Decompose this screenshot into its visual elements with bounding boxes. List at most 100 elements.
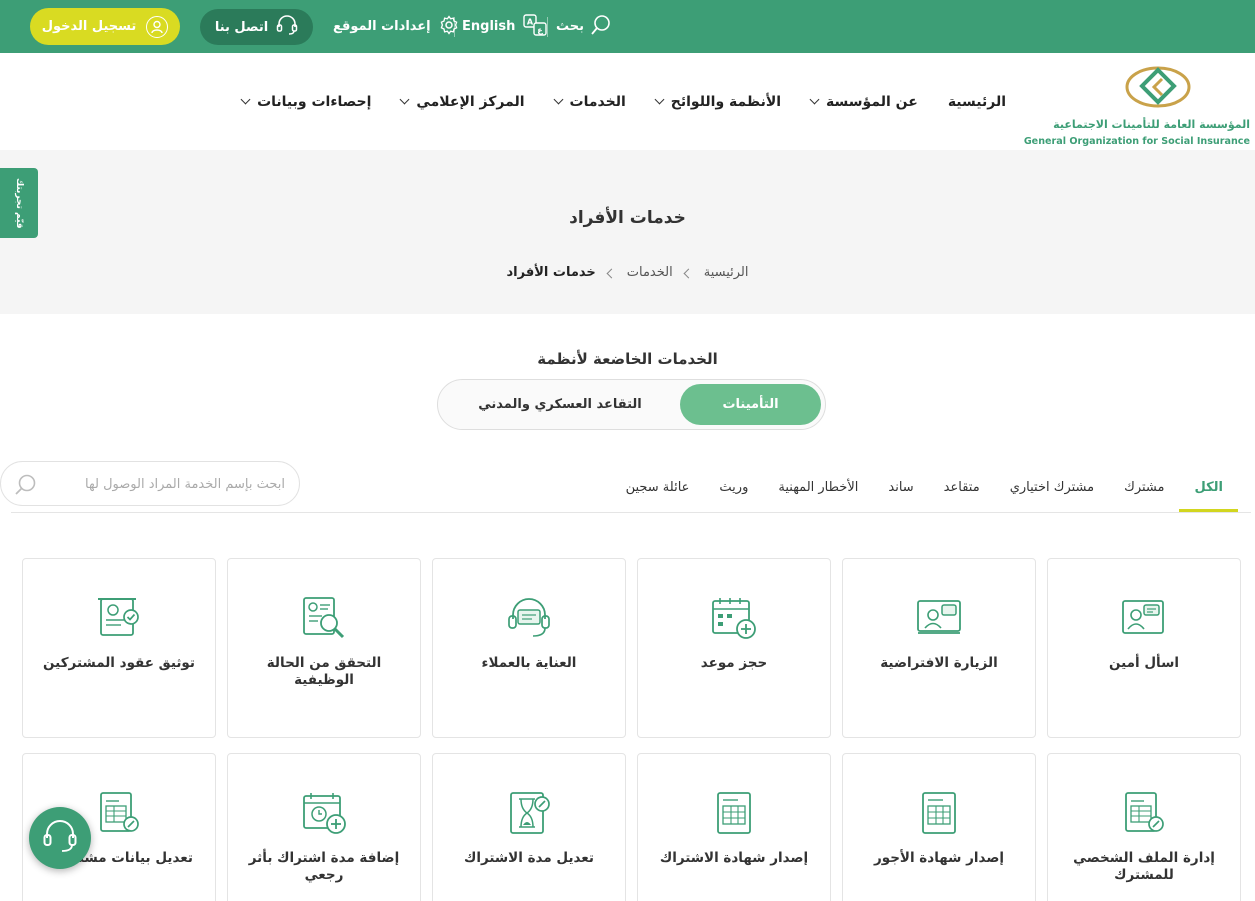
chat-support-button[interactable] (29, 807, 91, 869)
nav-label: الرئيسية (947, 93, 1006, 110)
tabs-divider (11, 512, 1251, 513)
user-icon (146, 15, 169, 38)
toggle-insurance[interactable]: التأمينات (680, 384, 821, 425)
contract-check-icon (23, 595, 215, 641)
service-label: الزيارة الافتراضية (880, 655, 998, 671)
search-icon[interactable] (13, 473, 37, 501)
breadcrumb-services[interactable]: الخدمات (627, 265, 673, 280)
nav-label: الخدمات (569, 93, 626, 110)
contact-button[interactable]: اتصل بنا (200, 9, 313, 45)
gear-icon (439, 14, 459, 39)
doc-table-icon (638, 790, 830, 836)
chevron-left-icon (606, 268, 617, 279)
systems-toggle: التأمينات التقاعد العسكري والمدني (437, 379, 826, 430)
service-card-profile-management[interactable]: إدارة الملف الشخصي للمشترك (1047, 753, 1241, 901)
language-switch[interactable]: Aع English (462, 0, 548, 53)
tab-retiree[interactable]: متقاعد (929, 472, 995, 512)
chat-agent-icon (1048, 595, 1240, 641)
contact-label: اتصل بنا (214, 19, 269, 35)
settings-label: إعدادات الموقع (333, 19, 431, 34)
translate-icon: Aع (523, 13, 548, 40)
service-card-virtual-visit[interactable]: الزيارة الافتراضية (842, 558, 1036, 738)
service-card-subscription-certificate[interactable]: إصدار شهادة الاشتراك (637, 753, 831, 901)
service-label: التحقق من الحالة الوظيفية (266, 655, 382, 688)
divider (547, 17, 548, 37)
nav-item-home[interactable]: الرئيسية (948, 94, 1006, 110)
svg-text:ع: ع (538, 25, 544, 34)
service-card-wage-certificate[interactable]: إصدار شهادة الأجور (842, 753, 1036, 901)
site-settings-link[interactable]: إعدادات الموقع (333, 0, 459, 53)
toggle-military-civil[interactable]: التقاعد العسكري والمدني (442, 384, 678, 425)
service-label: إصدار شهادة الأجور (873, 850, 1005, 866)
nav-item-statistics[interactable]: إحصاءات وبيانات (240, 93, 372, 110)
tab-optional-subscriber[interactable]: مشترك اختياري (995, 472, 1109, 512)
tab-prisoner-family[interactable]: عائلة سجين (611, 472, 705, 512)
service-card-book-appointment[interactable]: حجز موعد (637, 558, 831, 738)
tab-occupational-hazards[interactable]: الأخطار المهنية (763, 472, 873, 512)
service-card-ask-amin[interactable]: اسأل أمين (1047, 558, 1241, 738)
service-card-edit-subscription-period[interactable]: تعديل مدة الاشتراك (432, 753, 626, 901)
nav-item-media[interactable]: المركز الإعلامي (399, 93, 525, 110)
nav-label: المركز الإعلامي (416, 93, 525, 110)
service-card-retroactive-period[interactable]: إضافة مدة اشتراك بأثر رجعي (227, 753, 421, 901)
service-label: توثيق عقود المشتركين (43, 655, 195, 671)
language-label: English (462, 19, 516, 34)
service-card-customer-care[interactable]: العناية بالعملاء (432, 558, 626, 738)
main-header: المؤسسة العامة للتأمينات الاجتماعية Gene… (0, 53, 1255, 150)
logo-name-ar: المؤسسة العامة للتأمينات الاجتماعية (1053, 118, 1250, 131)
service-label: إضافة مدة اشتراك بأثر رجعي (248, 850, 400, 883)
systems-title: الخدمات الخاضعة لأنظمة (537, 350, 718, 368)
breadcrumb-current: خدمات الأفراد (506, 265, 596, 280)
doc-table-icon (843, 790, 1035, 836)
calendar-clock-add-icon (228, 790, 420, 836)
logo-name-en: General Organization for Social Insuranc… (1023, 136, 1250, 147)
service-label: إصدار شهادة الاشتراك (659, 850, 809, 866)
feedback-side-tab[interactable]: قيّم تجربتك (0, 168, 38, 238)
nav-item-services[interactable]: الخدمات (553, 93, 626, 110)
nav-item-about[interactable]: عن المؤسسة (809, 93, 918, 110)
chevron-left-icon (683, 268, 694, 279)
nav-item-regulations[interactable]: الأنظمة واللوائح (654, 93, 782, 110)
service-label: إدارة الملف الشخصي للمشترك (1073, 850, 1215, 883)
calendar-add-icon (638, 595, 830, 641)
nav-label: عن المؤسسة (826, 93, 918, 110)
id-search-icon (228, 595, 420, 641)
login-label: تسجيل الدخول (41, 19, 137, 34)
headset-icon (276, 15, 298, 39)
feedback-label: قيّم تجربتك (14, 177, 24, 229)
tab-subscriber[interactable]: مشترك (1109, 472, 1179, 512)
gosi-logo[interactable]: المؤسسة العامة للتأمينات الاجتماعية Gene… (1024, 63, 1252, 147)
login-button[interactable]: تسجيل الدخول (30, 8, 180, 45)
filter-tabs: الكل مشترك مشترك اختياري متقاعد ساند الأ… (611, 472, 1238, 512)
service-card-employment-status[interactable]: التحقق من الحالة الوظيفية (227, 558, 421, 738)
tab-all[interactable]: الكل (1179, 472, 1238, 512)
breadcrumb-home[interactable]: الرئيسية (704, 265, 749, 280)
service-card-contract-documentation[interactable]: توثيق عقود المشتركين (22, 558, 216, 738)
chevron-down-icon (240, 94, 251, 105)
chevron-down-icon (553, 94, 563, 105)
tab-heir[interactable]: وريث (704, 472, 763, 512)
video-visit-icon (843, 595, 1035, 641)
search-icon (590, 14, 612, 40)
chevron-down-icon (809, 94, 820, 105)
main-nav: الرئيسية عن المؤسسة الأنظمة واللوائح الخ… (240, 53, 1006, 150)
service-label: العناية بالعملاء (481, 655, 577, 671)
nav-label: إحصاءات وبيانات (257, 93, 372, 110)
nav-label: الأنظمة واللوائح (670, 93, 782, 110)
svg-text:A: A (527, 17, 534, 26)
hourglass-edit-icon (433, 790, 625, 836)
page-title: خدمات الأفراد (569, 208, 686, 228)
search-label: بحث (556, 19, 585, 34)
breadcrumb: الرئيسية الخدمات خدمات الأفراد (0, 265, 1255, 280)
search-input[interactable] (55, 474, 285, 494)
service-search (0, 461, 300, 506)
chevron-down-icon (654, 94, 665, 105)
tab-saned[interactable]: ساند (873, 472, 928, 512)
divider (454, 17, 455, 37)
service-label: تعديل مدة الاشتراك (464, 850, 594, 866)
headset-icon (42, 819, 78, 857)
chevron-down-icon (399, 94, 410, 105)
service-label: حجز موعد (700, 655, 768, 671)
service-label: اسأل أمين (1108, 655, 1180, 671)
search-link[interactable]: بحث (556, 0, 612, 53)
